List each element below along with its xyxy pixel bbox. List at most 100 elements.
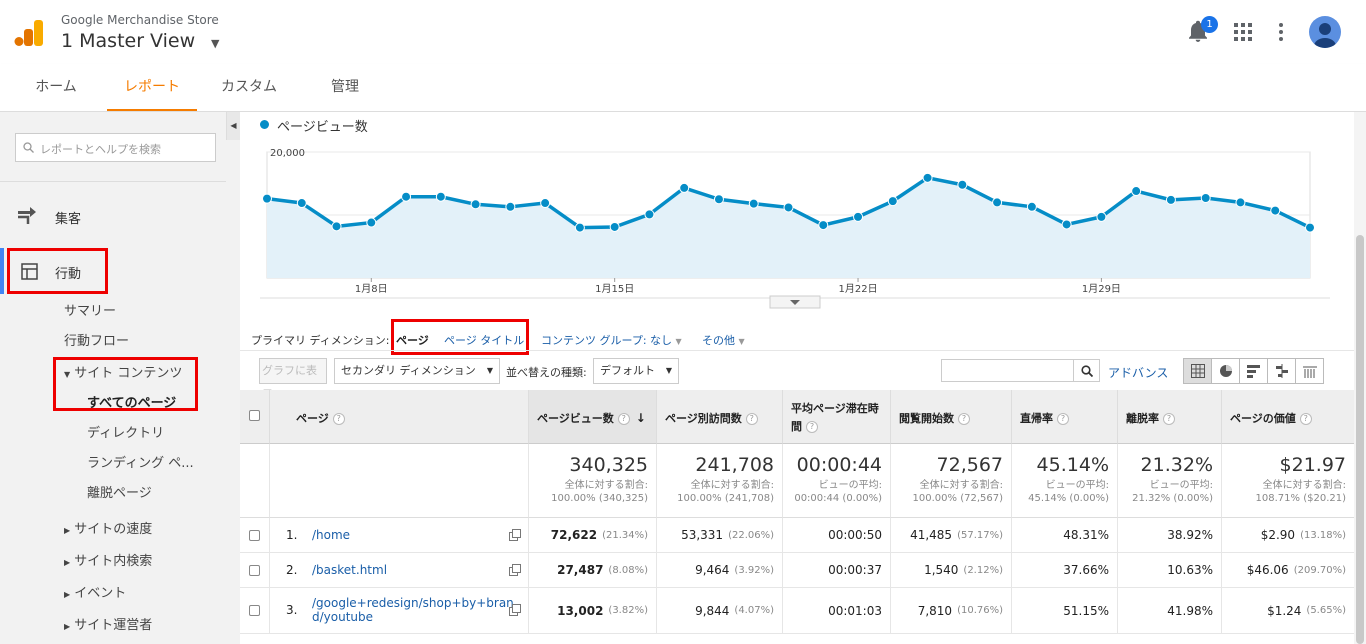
events-label: イベント	[74, 586, 127, 601]
search-placeholder: レポートとヘルプを検索	[40, 143, 161, 156]
page-link[interactable]: /home	[312, 528, 350, 542]
col-header-entrances[interactable]: 閲覧開始数?	[891, 390, 1012, 444]
sidebar-item-events[interactable]: ▶ イベント	[64, 582, 126, 601]
total-caption: ビューの平均:	[1045, 480, 1109, 491]
advanced-filter-link[interactable]: アドバンス	[1108, 364, 1168, 381]
sidebar-item-acquisition[interactable]: 集客	[55, 208, 81, 227]
filter-search-button[interactable]	[1073, 359, 1100, 382]
row-checkbox[interactable]	[249, 565, 260, 576]
tab-admin[interactable]: 管理	[310, 64, 380, 111]
collapse-sidebar-button[interactable]: ◀	[226, 112, 240, 140]
pivot-view-button[interactable]	[1296, 359, 1324, 383]
cell-val: $1.24 (5.65%)	[1222, 588, 1354, 634]
total-value: 21.32%	[1140, 454, 1213, 476]
cell-percent: (57.17%)	[957, 529, 1003, 541]
tab-reports[interactable]: レポート	[107, 64, 197, 111]
col-header-bounce[interactable]: 直帰率?	[1012, 390, 1118, 444]
page-link-line: /google+redesign/shop+by+bran	[312, 596, 514, 610]
sidebar-divider	[0, 181, 226, 182]
report-search-input[interactable]: レポートとヘルプを検索	[15, 133, 216, 162]
help-icon[interactable]: ?	[1163, 413, 1175, 425]
col-header-unique[interactable]: ページ別訪問数?	[657, 390, 783, 444]
caret-down-icon[interactable]: ▼	[211, 37, 219, 50]
analytics-logo-icon[interactable]	[14, 18, 44, 48]
data-point	[644, 209, 655, 220]
cell-uv: 9,844 (4.07%)	[657, 588, 783, 634]
user-avatar[interactable]	[1309, 16, 1341, 48]
total-value-col: $21.97 全体に対する割合: 108.71% ($20.21)	[1222, 444, 1354, 518]
sidebar-item-summary[interactable]: サマリー	[64, 300, 116, 319]
help-icon[interactable]: ?	[806, 421, 818, 433]
comparison-view-button[interactable]	[1268, 359, 1296, 383]
sidebar-item-site-search[interactable]: ▶ サイト内検索	[64, 550, 152, 569]
page-link[interactable]: /basket.html	[312, 563, 387, 577]
cell-value: 38.92%	[1167, 528, 1213, 542]
data-point	[1305, 222, 1315, 233]
view-selector[interactable]: 1 Master View	[61, 30, 195, 52]
sidebar-item-directory[interactable]: ディレクトリ	[87, 422, 164, 441]
col-header-pageviews[interactable]: ページビュー数? ↓	[529, 390, 657, 444]
data-point	[1235, 197, 1246, 208]
caret-down-icon: ▼	[738, 337, 745, 346]
help-icon[interactable]: ?	[745, 413, 758, 425]
data-point	[1270, 205, 1281, 216]
grid-icon	[1191, 364, 1205, 378]
cell-percent: (22.06%)	[728, 529, 774, 541]
tab-home[interactable]: ホーム	[18, 64, 94, 111]
cell-value: 13,002	[557, 603, 604, 618]
sidebar-item-exit-pages[interactable]: 離脱ページ	[87, 482, 152, 501]
col-header-value[interactable]: ページの価値?	[1222, 390, 1354, 444]
help-icon[interactable]: ?	[617, 413, 630, 425]
col-header-page[interactable]: ページ?	[270, 390, 529, 444]
help-icon[interactable]: ?	[1299, 413, 1312, 425]
dimension-content-group[interactable]: コンテンツ グループ: なし ▼	[541, 332, 682, 348]
sidebar-item-publisher[interactable]: ▶ サイト運営者	[64, 614, 152, 633]
data-point	[262, 193, 272, 204]
help-icon[interactable]: ?	[958, 413, 970, 425]
select-all-checkbox[interactable]	[249, 410, 260, 421]
sidebar-item-landing[interactable]: ランディング ペ...	[87, 452, 194, 471]
active-indicator	[0, 248, 4, 294]
table-filter-input[interactable]	[941, 359, 1074, 382]
total-value: 241,708	[695, 454, 774, 476]
cell-value: 00:00:50	[828, 528, 882, 542]
sort-type-label: 並べ替えの種類:	[506, 366, 587, 379]
cell-value: 00:00:37	[828, 563, 882, 577]
col-header-exit[interactable]: 離脱率?	[1118, 390, 1222, 444]
open-in-new-icon[interactable]	[509, 604, 521, 616]
sidebar-item-site-speed[interactable]: ▶ サイトの速度	[64, 518, 152, 537]
page-link[interactable]: /google+redesign/shop+by+bran d/youtube	[312, 596, 514, 624]
pageviews-line-chart[interactable]: 20,00010,0001月8日1月15日1月22日1月29日	[240, 140, 1354, 310]
row-checkbox[interactable]	[249, 530, 260, 541]
cell-time: 00:01:03	[783, 588, 891, 634]
cell-percent: (8.08%)	[608, 564, 648, 576]
cell-val: $2.90 (13.18%)	[1222, 518, 1354, 553]
col-pageviews-label: ページビュー数	[537, 412, 614, 425]
cell-value: $2.90	[1260, 528, 1296, 542]
help-icon[interactable]: ?	[332, 413, 345, 425]
tab-custom[interactable]: カスタム	[210, 64, 288, 111]
more-vert-icon[interactable]	[1279, 23, 1283, 41]
secondary-dimension-select[interactable]: セカンダリ ディメンション ▼	[334, 358, 500, 384]
scrollbar-thumb[interactable]	[1356, 235, 1364, 644]
collapsed-caret-icon: ▶	[64, 558, 71, 567]
sort-type-select[interactable]: デフォルト ▼	[593, 358, 679, 384]
open-in-new-icon[interactable]	[509, 564, 521, 576]
row-checkbox[interactable]	[249, 605, 260, 616]
pie-view-button[interactable]	[1212, 359, 1240, 383]
open-in-new-icon[interactable]	[509, 529, 521, 541]
collapsed-caret-icon: ▶	[64, 526, 71, 535]
col-header-avg-time[interactable]: 平均ページ滞在時間?	[783, 390, 891, 444]
cell-value: 53,331	[681, 528, 724, 542]
total-caption: ビューの平均:	[1149, 480, 1213, 491]
dimension-other[interactable]: その他 ▼	[702, 332, 745, 348]
data-point	[992, 197, 1003, 208]
select-all-cell	[240, 390, 270, 444]
plot-rows-button[interactable]: グラフに表示	[259, 358, 327, 401]
help-icon[interactable]: ?	[1057, 413, 1069, 425]
performance-view-button[interactable]	[1240, 359, 1268, 383]
site-speed-label: サイトの速度	[74, 522, 153, 537]
sidebar-item-behavior-flow[interactable]: 行動フロー	[64, 330, 129, 349]
table-view-button[interactable]	[1184, 359, 1212, 383]
apps-grid-icon[interactable]	[1234, 23, 1252, 41]
